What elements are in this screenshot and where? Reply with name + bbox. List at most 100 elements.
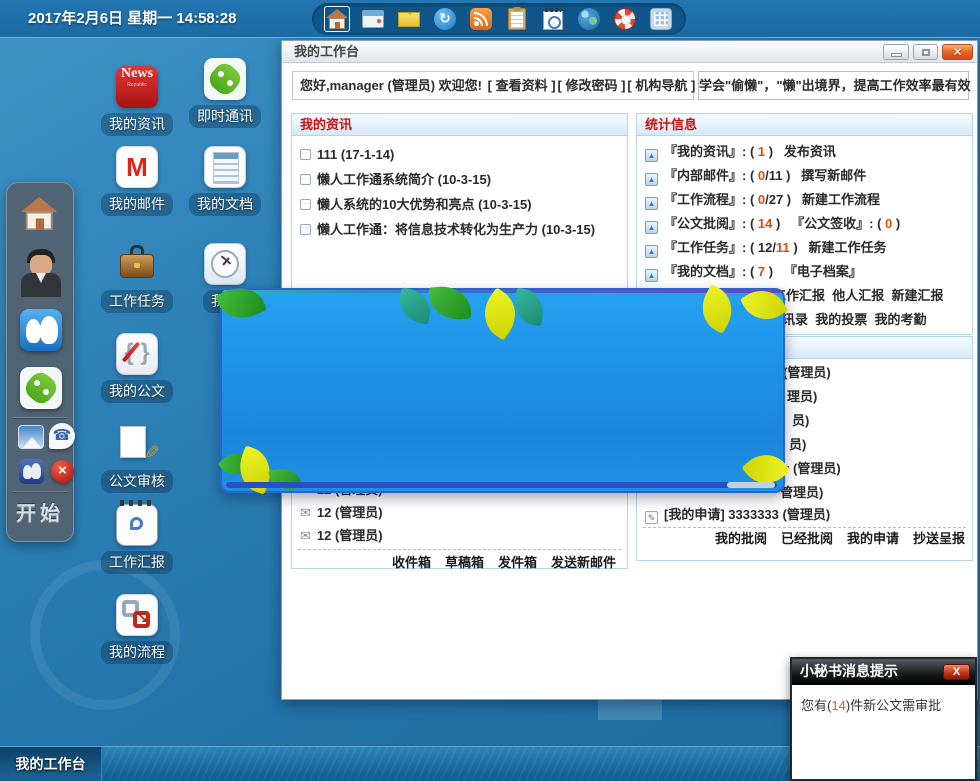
panel-link[interactable]: 我的批阅 [715, 531, 767, 546]
stats-link[interactable]: 发布资讯 [784, 144, 836, 159]
briefcase-icon [116, 243, 158, 285]
envelope-icon: ✉ [300, 528, 311, 543]
news-panel-title: 我的资讯 [292, 114, 627, 136]
official-doc-icon: { } [116, 333, 158, 375]
desktop-icon-news[interactable]: News Republic 我的资讯 [92, 58, 182, 136]
panel-link[interactable]: 抄送呈报 [913, 531, 965, 546]
globe-icon[interactable] [576, 6, 602, 32]
pending-count: 14 [831, 698, 845, 713]
news-item[interactable]: 111 (17-1-14) [292, 142, 627, 167]
desktop-icon-review[interactable]: ✎ 公文审核 [92, 423, 182, 493]
doc-icon [300, 174, 311, 185]
docket-row[interactable]: ✎[我的申请] 3333333 (管理员) [637, 505, 972, 525]
mail-row[interactable]: ✉12 (管理员) [292, 501, 627, 524]
mail-icon[interactable] [396, 6, 422, 32]
window-title: 我的工作台 [294, 41, 359, 63]
divider [298, 549, 621, 550]
start-button[interactable]: 开始 [7, 497, 73, 526]
stats-row: 『内部邮件』: ( 0/11 ) 撰写新邮件 [637, 164, 972, 188]
stats-link[interactable]: 他人汇报 [832, 288, 884, 303]
panel-link[interactable]: 草稿箱 [445, 555, 484, 570]
clock-icon [204, 243, 246, 285]
photo-icon[interactable] [18, 425, 44, 449]
edit-icon: ✎ [645, 511, 658, 524]
desktop-icon-label: 即时通讯 [189, 105, 261, 128]
datetime-display: 2017年2月6日 星期一 14:58:28 [28, 0, 236, 38]
change-password-link[interactable]: [ 修改密码 ] [558, 78, 626, 93]
mail-row[interactable]: ✉12 (管理员) [292, 524, 627, 547]
panel-link[interactable]: 发送新邮件 [551, 555, 616, 570]
docket-links: 我的批阅已经批阅我的申请抄送呈报 [637, 529, 972, 549]
close-icon[interactable]: × [51, 460, 74, 483]
ad-popup-scroll-thumb[interactable] [727, 482, 775, 488]
notify-close-icon[interactable]: X [943, 664, 970, 680]
desktop-screen: 2017年2月6日 星期一 14:58:28 ↻ News Republic 我… [0, 0, 980, 781]
stats-link[interactable]: 新建汇报 [892, 288, 944, 303]
leaf-icon [511, 288, 546, 327]
review-icon: ✎ [116, 423, 158, 465]
desktop-icon-official-doc[interactable]: { } 我的公文 [92, 333, 182, 403]
window-icon[interactable] [360, 6, 386, 32]
dock-sidebar: ☎ × 开始 [6, 182, 74, 542]
taskbar-item-workbench[interactable]: 我的工作台 [0, 747, 102, 781]
desktop-icon-mail[interactable]: M 我的邮件 [92, 146, 182, 216]
ad-popup-scroll-strip [226, 482, 777, 488]
news-icon-text: News [116, 66, 158, 82]
quick-launch-toolbar: ↻ [312, 3, 686, 35]
desktop-icon-report[interactable]: 工作汇报 [92, 504, 182, 574]
panel-link[interactable]: 发件箱 [498, 555, 537, 570]
stats-link[interactable]: 新建工作任务 [809, 240, 887, 255]
mail-links: 收件箱草稿箱发件箱发送新邮件 [292, 553, 627, 573]
desktop-icon-flow[interactable]: ↘ 我的流程 [92, 594, 182, 664]
stats-link[interactable]: 我的投票 [815, 312, 867, 327]
ad-popup[interactable] [220, 288, 785, 493]
home-icon[interactable] [21, 197, 57, 230]
desktop-icon-docs[interactable]: 我的文档 [180, 146, 270, 216]
stats-link[interactable]: 撰写新邮件 [801, 168, 866, 183]
stats-link[interactable]: 『电子档案』 [784, 264, 862, 279]
doc-icon [300, 199, 311, 210]
lifebuoy-icon[interactable] [612, 6, 638, 32]
image-icon [645, 245, 658, 258]
welcome-bar: 您好,manager (管理员) 欢迎您! [ 查看资料 ][ 修改密码 ][ … [292, 71, 694, 100]
grid-icon[interactable] [648, 6, 674, 32]
doc-icon [300, 224, 311, 235]
messenger-icon[interactable] [20, 309, 62, 351]
view-profile-link[interactable]: [ 查看资料 ] [488, 78, 556, 93]
minimize-button[interactable] [883, 44, 909, 60]
rss-icon[interactable] [468, 6, 494, 32]
restore-button[interactable] [913, 44, 938, 60]
user-avatar-icon[interactable] [21, 249, 61, 297]
org-nav-link[interactable]: [ 机构导航 ] [627, 78, 695, 93]
stats-row: 『工作流程』: ( 0/27 ) 新建工作流程 [637, 188, 972, 212]
image-icon [645, 221, 658, 234]
news-item[interactable]: 懒人系统的10大优势和亮点 (10-3-15) [292, 192, 627, 217]
notify-message: 您有(14)件新公文需审批 [801, 695, 941, 714]
news-item[interactable]: 懒人工作通系统简介 (10-3-15) [292, 167, 627, 192]
desktop-icon-im[interactable]: 即时通讯 [180, 58, 270, 128]
im-icon[interactable] [20, 367, 62, 409]
phone-icon[interactable]: ☎ [49, 423, 75, 449]
news-item[interactable]: 懒人工作通：将信息技术转化为生产力 (10-3-15) [292, 217, 627, 242]
dock-divider [13, 417, 67, 418]
panel-link[interactable]: 已经批阅 [781, 531, 833, 546]
stats-link[interactable]: 我的考勤 [875, 312, 927, 327]
stats-panel-title: 统计信息 [637, 114, 972, 136]
news-icon-subtext: Republic [116, 82, 158, 88]
document-icon [204, 146, 246, 188]
group-icon[interactable] [19, 459, 44, 484]
desktop-icon-label: 我的资讯 [101, 113, 173, 136]
panel-link[interactable]: 我的申请 [847, 531, 899, 546]
window-titlebar[interactable]: 我的工作台 [282, 41, 977, 63]
doc-icon [300, 149, 311, 160]
close-button[interactable]: ✕ [942, 44, 973, 60]
calendar-icon[interactable] [540, 6, 566, 32]
greeting-text: 您好,manager (管理员) 欢迎您! [300, 78, 482, 93]
clipboard-icon[interactable] [504, 6, 530, 32]
panel-link[interactable]: 收件箱 [392, 555, 431, 570]
flow-icon: ↘ [116, 594, 158, 636]
desktop-icon-tasks[interactable]: 工作任务 [92, 243, 182, 313]
refresh-icon[interactable]: ↻ [432, 6, 458, 32]
stats-link[interactable]: 新建工作流程 [802, 192, 880, 207]
home-icon[interactable] [324, 6, 350, 32]
